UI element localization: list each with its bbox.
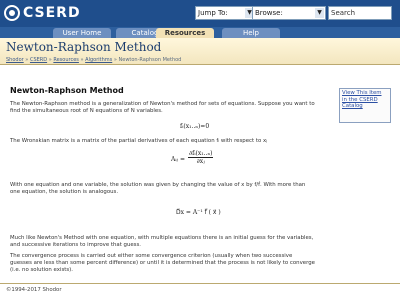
fraction-denominator: ∂xⱼ <box>196 158 205 165</box>
title-divider <box>0 64 400 65</box>
equation-wronskian-fraction: ∂fᵢ(x₁..ₙ) ∂xⱼ <box>188 150 214 165</box>
page: CSERD Jump To: ▼ Browse: ▼ Search User H… <box>0 0 400 300</box>
browse-select[interactable]: Browse: ▼ <box>252 6 326 20</box>
paragraph-iterations: Much like Newton's Method with one equat… <box>10 235 314 248</box>
logo-text: CSERD <box>23 5 81 21</box>
tab-resources[interactable]: Resources <box>156 28 214 38</box>
view-catalog-link[interactable]: View This Item in the CSERD Catalog <box>342 90 382 109</box>
jump-to-label: Jump To: <box>198 9 228 17</box>
jump-to-select[interactable]: Jump To: ▼ <box>195 6 256 20</box>
browse-label: Browse: <box>255 9 283 17</box>
footer-divider <box>0 283 400 284</box>
breadcrumb-algorithms[interactable]: Algorithms <box>85 57 112 63</box>
breadcrumb-current: Newton-Raphson Method <box>118 57 182 63</box>
tab-user-home[interactable]: User Home <box>53 28 111 38</box>
paragraph-convergence: The convergence process is carried out e… <box>10 253 315 273</box>
fraction-numerator: ∂fᵢ(x₁..ₙ) <box>188 150 214 158</box>
site-logo[interactable]: CSERD <box>4 5 81 21</box>
breadcrumb-shodor[interactable]: Shodor <box>6 57 24 63</box>
page-title: Newton-Raphson Method <box>6 40 162 54</box>
paragraph-wronskian: The Wronskian matrix is a matrix of the … <box>10 138 268 144</box>
logo-circle-icon <box>4 5 20 21</box>
tab-bar: User Home Catalog Resources Help <box>0 27 400 38</box>
breadcrumb: Shodor » CSERD » Resources » Algorithms … <box>6 57 182 63</box>
equation-root: fᵢ(x₁..ₙ)=0 <box>180 123 210 130</box>
content-heading: Newton-Raphson Method <box>10 86 124 95</box>
breadcrumb-resources[interactable]: Resources <box>53 57 79 63</box>
equation-wronskian-lhs: Aᵢⱼ = <box>171 156 186 163</box>
chevron-down-icon: ▼ <box>315 8 324 18</box>
equation-update: D⃗x = A⁻¹ f⃗ ( x⃗ ) <box>176 209 221 216</box>
paragraph-intro: The Newton-Raphson method is a generaliz… <box>10 101 315 114</box>
breadcrumb-cserd[interactable]: CSERD <box>30 57 47 63</box>
footer-copyright: ©1994-2017 Shodor <box>6 287 62 293</box>
paragraph-one-variable: With one equation and one variable, the … <box>10 182 306 195</box>
header-bar: CSERD Jump To: ▼ Browse: ▼ Search <box>0 0 400 27</box>
search-input[interactable]: Search <box>328 6 392 20</box>
catalog-sidebox: View This Item in the CSERD Catalog <box>339 88 391 123</box>
tab-help[interactable]: Help <box>222 28 280 38</box>
